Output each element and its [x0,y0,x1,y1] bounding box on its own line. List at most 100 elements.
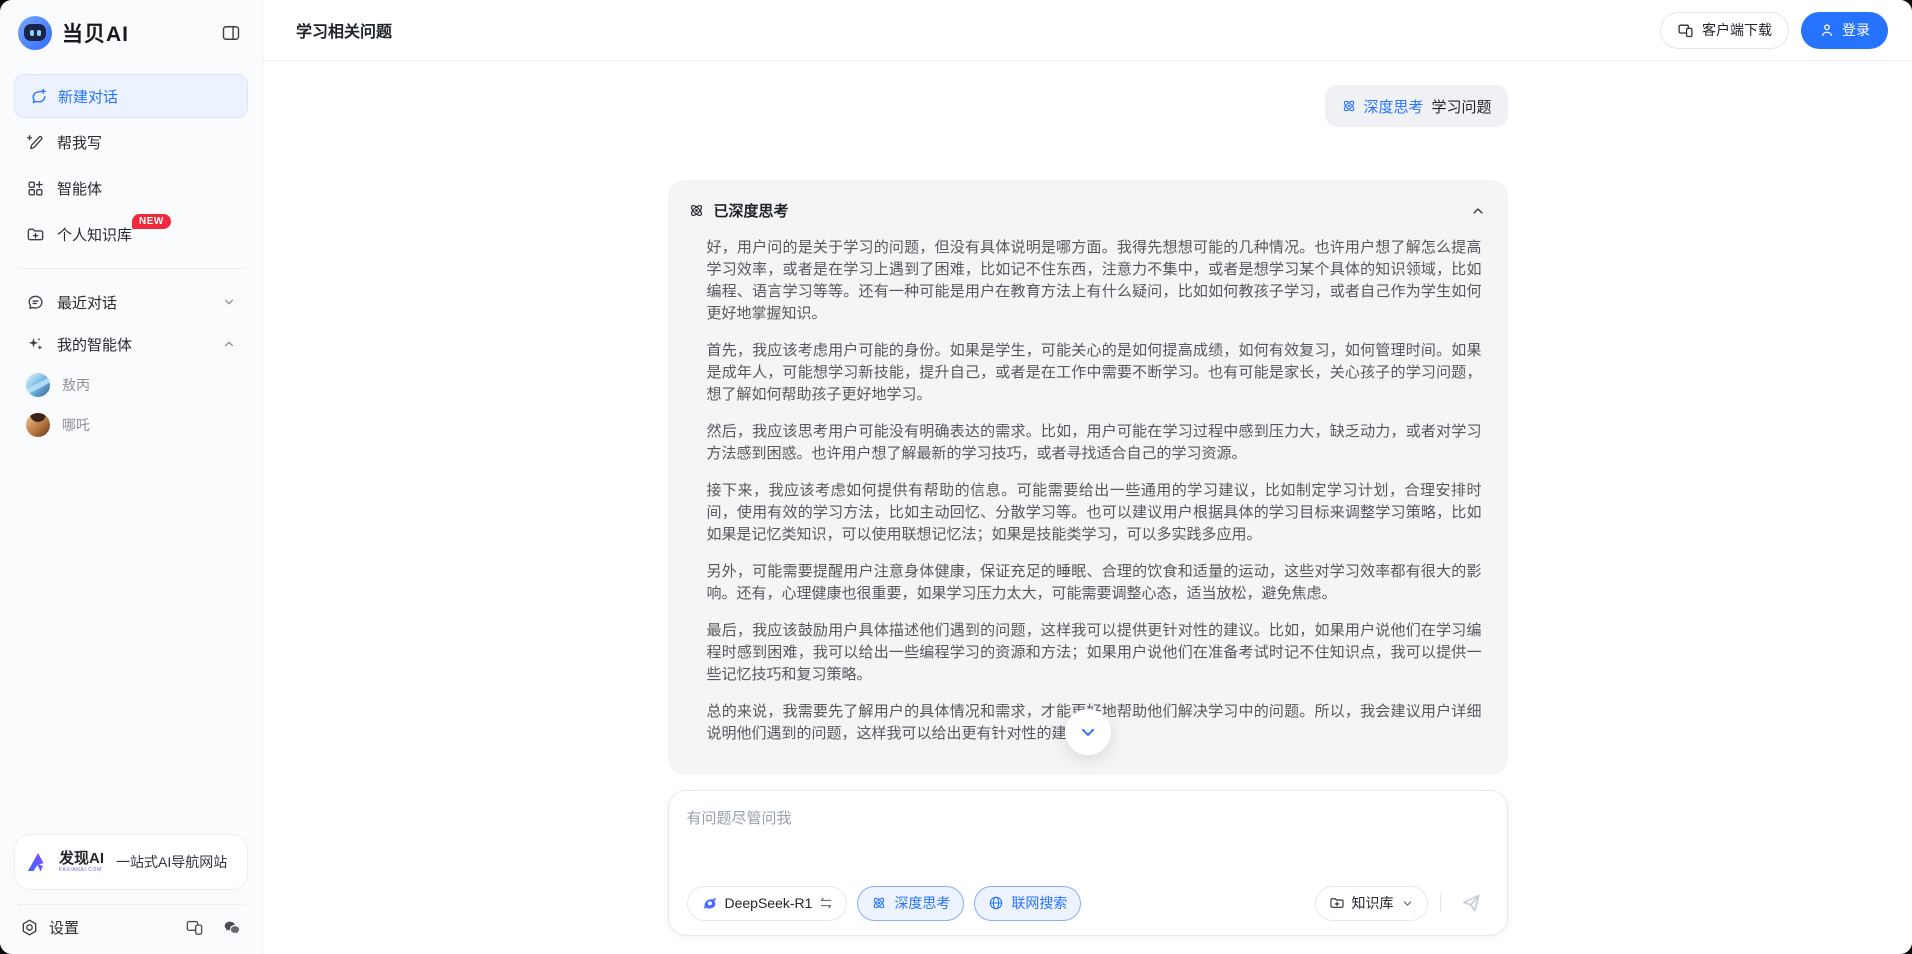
chat-plus-icon [29,87,48,106]
atom-icon [688,202,705,219]
atom-icon [871,895,887,911]
sparkles-icon [26,335,45,354]
chat-content: 深度思考 学习问题 已深度思考 [263,61,1912,954]
knowledge-base-selector[interactable]: 知识库 [1315,886,1428,921]
sidebar-section-my-agents[interactable]: 我的智能体 [14,323,248,365]
thinking-panel-header[interactable]: 已深度思考 [668,180,1508,227]
paper-plane-icon [1460,892,1482,914]
section-label: 最近对话 [57,292,117,313]
agent-avatar [26,413,50,437]
chevron-down-icon [1078,722,1098,742]
user-message-bubble: 深度思考 学习问题 [1325,85,1507,127]
agent-name: 敖丙 [62,375,90,395]
sidebar-item-label: 帮我写 [57,132,102,153]
sidebar-item-help-me-write[interactable]: 帮我写 [14,120,248,164]
atom-icon [1341,98,1357,114]
faxian-ai-logo [27,851,51,873]
deep-think-toggle[interactable]: 深度思考 [857,886,964,921]
new-chat-label: 新建对话 [58,86,118,107]
toolbar-divider [1440,894,1441,912]
sidebar-footer: 设置 [14,911,248,940]
app-window: 当贝AI 新建对话 帮我写 智能体 [0,0,1912,954]
deep-think-label: 深度思考 [894,893,950,913]
scroll-to-bottom-button[interactable] [1065,709,1111,755]
message-input[interactable] [687,807,1489,885]
sidebar-header: 当贝AI [14,14,248,54]
sidebar-section-recent-chats[interactable]: 最近对话 [14,281,248,323]
user-message-text: 学习问题 [1431,96,1491,117]
collapse-chevron-up-icon[interactable] [1470,203,1486,219]
settings-label: 设置 [49,917,79,938]
client-download-button[interactable]: 客户端下载 [1660,12,1789,49]
sidebar-item-knowledge-base[interactable]: 个人知识库 NEW [14,212,248,256]
deep-think-tag: 深度思考 [1341,96,1423,117]
folder-plus-icon [1329,895,1345,911]
chat-lines-icon [26,293,45,312]
thinking-paragraph: 好，用户问的是关于学习的问题，但没有具体说明是哪方面。我得先想想可能的几种情况。… [707,237,1482,325]
model-selector[interactable]: DeepSeek-R1 [687,886,848,921]
new-chat-button[interactable]: 新建对话 [14,74,248,118]
web-search-label: 联网搜索 [1011,893,1067,913]
client-download-label: 客户端下载 [1702,20,1772,40]
promo-domain: FAXIANAI.COM [59,868,104,873]
chevron-up-icon[interactable] [222,337,236,351]
sidebar-item-agents[interactable]: 智能体 [14,166,248,210]
model-switch-icon [819,896,833,910]
chevron-down-icon[interactable] [222,295,236,309]
agent-name: 哪吒 [62,415,90,435]
grid-plus-icon [26,179,45,198]
device-download-icon [1677,22,1694,39]
sidebar-collapse-icon[interactable] [218,20,244,46]
gear-icon [20,918,39,937]
thinking-panel-title: 已深度思考 [714,200,789,221]
user-message-row: 深度思考 学习问题 [668,85,1508,127]
web-search-toggle[interactable]: 联网搜索 [974,886,1081,921]
deep-think-tag-label: 深度思考 [1363,96,1423,117]
thinking-panel: 已深度思考 好，用户问的是关于学习的问题，但没有具体说明是哪方面。我得先想想可能… [668,180,1508,775]
chat-column: 深度思考 学习问题 已深度思考 [668,61,1508,954]
knowledge-base-label: 知识库 [1352,893,1394,913]
agent-avatar [26,373,50,397]
topbar: 学习相关问题 客户端下载 登录 [263,0,1912,61]
folder-plus-icon [26,225,45,244]
wechat-icon[interactable] [222,918,242,937]
thinking-paragraph: 另外，可能需要提醒用户注意身体健康，保证充足的睡眠、合理的饮食和适量的运动，这些… [707,561,1482,605]
footer-icons [185,918,242,937]
person-icon [1819,22,1835,38]
login-button[interactable]: 登录 [1801,12,1888,49]
composer: DeepSeek-R1 深度思考 [668,790,1508,936]
faxian-ai-promo-banner[interactable]: 发现AI FAXIANAI.COM 一站式AI导航网站 [14,834,248,890]
pencil-sparkle-icon [26,133,45,152]
composer-right-actions: 知识库 [1315,885,1489,921]
sidebar: 当贝AI 新建对话 帮我写 智能体 [0,0,263,954]
promo-brand-block: 发现AI FAXIANAI.COM [59,851,104,873]
sidebar-item-label: 智能体 [57,178,102,199]
agent-item-nezha[interactable]: 哪吒 [14,405,248,445]
sidebar-item-label: 个人知识库 [57,224,132,245]
chevron-down-icon [1401,897,1414,910]
login-label: 登录 [1842,20,1870,40]
thinking-paragraph: 最后，我应该鼓励用户具体描述他们遇到的问题，这样我可以提供更针对性的建议。比如，… [707,620,1482,686]
thinking-paragraph: 然后，我应该思考用户可能没有明确表达的需求。比如，用户可能在学习过程中感到压力大… [707,421,1482,465]
topbar-actions: 客户端下载 登录 [1660,12,1888,49]
promo-brand: 发现AI [59,851,104,866]
thinking-paragraph: 接下来，我应该考虑如何提供有帮助的信息。可能需要给出一些通用的学习建议，比如制定… [707,480,1482,546]
deepseek-whale-icon [701,895,718,912]
promo-tagline: 一站式AI导航网站 [116,852,227,872]
agent-item-aobing[interactable]: 敖丙 [14,365,248,405]
thinking-text: 好，用户问的是关于学习的问题，但没有具体说明是哪方面。我得先想想可能的几种情况。… [668,227,1508,771]
settings-button[interactable]: 设置 [20,917,79,938]
model-name: DeepSeek-R1 [725,895,813,911]
page-title: 学习相关问题 [296,18,392,42]
send-button[interactable] [1453,885,1489,921]
globe-icon [988,895,1004,911]
main-area: 学习相关问题 客户端下载 登录 [263,0,1912,954]
thinking-paragraph: 首先，我应该考虑用户可能的身份。如果是学生，可能关心的是如何提高成绩，如何有效复… [707,340,1482,406]
section-label: 我的智能体 [57,334,132,355]
composer-toolbar: DeepSeek-R1 深度思考 [687,885,1489,921]
devices-icon[interactable] [185,918,204,937]
sidebar-spacer [14,445,248,834]
sidebar-divider [18,268,244,269]
sidebar-footer-divider [18,904,244,905]
dangbei-robot-logo [18,16,52,50]
